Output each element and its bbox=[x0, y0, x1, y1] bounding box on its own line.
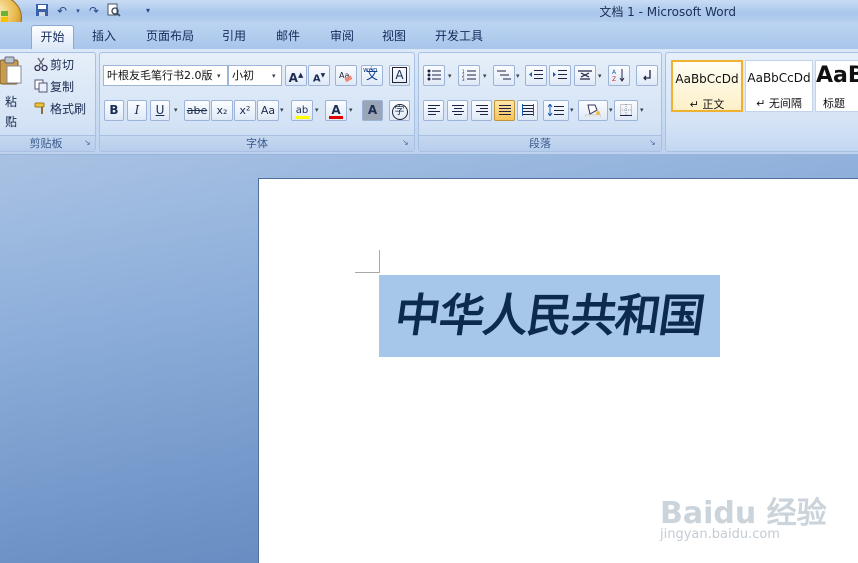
paragraph-group-label: 段落 bbox=[419, 135, 661, 151]
bullets-dropdown-icon[interactable]: ▾ bbox=[448, 72, 452, 80]
increase-indent-icon[interactable] bbox=[549, 65, 571, 86]
clipboard-group-label: 剪贴板 bbox=[0, 135, 95, 151]
svg-text:A: A bbox=[612, 69, 617, 76]
phonetic-guide-button[interactable]: 字wén文 bbox=[361, 65, 383, 86]
numbering-icon[interactable]: 123 bbox=[458, 65, 480, 86]
tab-home[interactable]: 开始 bbox=[31, 25, 74, 49]
font-launcher-icon[interactable]: ↘ bbox=[402, 138, 411, 147]
distributed-icon[interactable] bbox=[517, 100, 538, 121]
shading-icon[interactable] bbox=[578, 100, 608, 121]
font-size-dropdown-icon[interactable]: ▾ bbox=[272, 72, 276, 80]
underline-dropdown-icon[interactable]: ▾ bbox=[174, 106, 178, 114]
show-marks-icon[interactable] bbox=[636, 65, 658, 86]
font-size-value: 小初 bbox=[232, 69, 254, 82]
window-title: 文档 1 - Microsoft Word bbox=[599, 5, 736, 19]
format-painter-icon bbox=[34, 101, 48, 115]
borders-dropdown-icon[interactable]: ▾ bbox=[640, 106, 644, 114]
style-heading-name: 标题 bbox=[823, 97, 845, 110]
shading-dropdown-icon[interactable]: ▾ bbox=[609, 106, 613, 114]
cut-button[interactable]: 剪切 bbox=[50, 55, 80, 75]
tab-review[interactable]: 审阅 bbox=[322, 25, 362, 49]
svg-text:Z: Z bbox=[612, 76, 616, 82]
font-group-label: 字体 bbox=[100, 135, 414, 151]
multilevel-dropdown-icon[interactable]: ▾ bbox=[516, 72, 520, 80]
tab-developer[interactable]: 开发工具 bbox=[428, 25, 490, 49]
bullets-icon[interactable] bbox=[423, 65, 445, 86]
highlight-button[interactable]: ab bbox=[291, 100, 313, 121]
selected-document-text[interactable]: 中华人民共和国 bbox=[373, 275, 726, 357]
tab-insert[interactable]: 插入 bbox=[84, 25, 124, 49]
grow-font-button[interactable]: A▲ bbox=[285, 65, 307, 86]
align-center-icon[interactable] bbox=[447, 100, 468, 121]
copy-icon bbox=[34, 79, 48, 93]
font-color-dropdown-icon[interactable]: ▾ bbox=[349, 106, 353, 114]
multilevel-list-icon[interactable] bbox=[493, 65, 515, 86]
change-case-dropdown-icon[interactable]: ▾ bbox=[280, 106, 284, 114]
justify-icon[interactable] bbox=[494, 100, 515, 121]
enclose-characters-button[interactable]: 字 bbox=[389, 100, 410, 121]
style-heading-sample: AaB bbox=[816, 63, 858, 88]
font-name-dropdown-icon[interactable]: ▾ bbox=[217, 72, 221, 80]
decrease-indent-icon[interactable] bbox=[525, 65, 547, 86]
line-spacing-dropdown-icon[interactable]: ▾ bbox=[570, 106, 574, 114]
margin-crop-mark-vertical bbox=[379, 250, 380, 273]
highlight-label: ab bbox=[295, 105, 309, 116]
format-painter-button[interactable]: 格式刷 bbox=[50, 99, 90, 119]
font-name-combo[interactable]: 叶根友毛笔行书2.0版 bbox=[103, 65, 228, 86]
font-color-button[interactable]: A bbox=[325, 100, 347, 121]
borders-icon[interactable] bbox=[614, 100, 638, 121]
tab-mailings[interactable]: 邮件 bbox=[268, 25, 308, 49]
font-name-value: 叶根友毛笔行书2.0版 bbox=[107, 69, 213, 82]
style-normal[interactable]: AaBbCcDd ↵ 正文 bbox=[671, 60, 743, 112]
character-border-button[interactable]: A bbox=[389, 65, 410, 86]
margin-crop-mark bbox=[355, 272, 379, 273]
superscript-button[interactable]: x² bbox=[234, 100, 256, 121]
style-normal-name: ↵ 正文 bbox=[689, 98, 725, 111]
style-no-spacing-sample: AaBbCcDd bbox=[747, 71, 811, 85]
subscript-button[interactable]: x₂ bbox=[211, 100, 233, 121]
paste-dropdown-icon[interactable]: ▾ bbox=[5, 108, 15, 128]
scissors-icon bbox=[34, 57, 48, 72]
copy-button[interactable]: 复制 bbox=[50, 77, 80, 97]
underline-button[interactable]: U bbox=[150, 100, 170, 121]
style-no-spacing-name: ↵ 无间隔 bbox=[756, 97, 802, 110]
line-spacing-icon[interactable] bbox=[543, 100, 569, 121]
clear-formatting-icon[interactable]: Aa bbox=[335, 65, 357, 86]
shrink-font-button[interactable]: A▼ bbox=[308, 65, 330, 86]
change-case-button[interactable]: Aa bbox=[257, 100, 279, 121]
tab-view[interactable]: 视图 bbox=[374, 25, 414, 49]
grow-font-label: A bbox=[288, 71, 298, 85]
numbering-dropdown-icon[interactable]: ▾ bbox=[483, 72, 487, 80]
sort-icon[interactable]: AZ bbox=[608, 65, 630, 86]
asian-layout-dropdown-icon[interactable]: ▾ bbox=[598, 72, 602, 80]
style-heading[interactable]: AaB 标题 bbox=[815, 60, 858, 112]
align-left-icon[interactable] bbox=[423, 100, 444, 121]
highlight-color-swatch bbox=[295, 116, 309, 119]
svg-text:3: 3 bbox=[462, 77, 465, 81]
baidu-watermark-logo: Baidu 经验 bbox=[660, 496, 827, 531]
highlight-dropdown-icon[interactable]: ▾ bbox=[315, 106, 319, 114]
shrink-font-label: A bbox=[312, 73, 321, 85]
character-border-label: A bbox=[392, 67, 407, 83]
character-shading-button[interactable]: A bbox=[362, 100, 383, 121]
italic-button[interactable]: I bbox=[127, 100, 147, 121]
font-color-swatch bbox=[329, 116, 343, 119]
tab-references[interactable]: 引用 bbox=[214, 25, 254, 49]
style-normal-sample: AaBbCcDd bbox=[675, 72, 739, 86]
paste-icon[interactable] bbox=[0, 56, 24, 86]
align-right-icon[interactable] bbox=[471, 100, 492, 121]
asian-layout-icon[interactable] bbox=[574, 65, 596, 86]
clipboard-launcher-icon[interactable]: ↘ bbox=[84, 138, 93, 147]
font-color-label: A bbox=[331, 103, 341, 117]
style-no-spacing[interactable]: AaBbCcDd ↵ 无间隔 bbox=[745, 60, 813, 112]
baidu-watermark-url: jingyan.baidu.com bbox=[660, 527, 780, 542]
strikethrough-button[interactable]: abe bbox=[184, 100, 210, 121]
phonetic-pinyin: wén bbox=[363, 66, 378, 74]
paragraph-launcher-icon[interactable]: ↘ bbox=[649, 138, 658, 147]
tab-page-layout[interactable]: 页面布局 bbox=[138, 25, 202, 49]
bold-button[interactable]: B bbox=[104, 100, 124, 121]
